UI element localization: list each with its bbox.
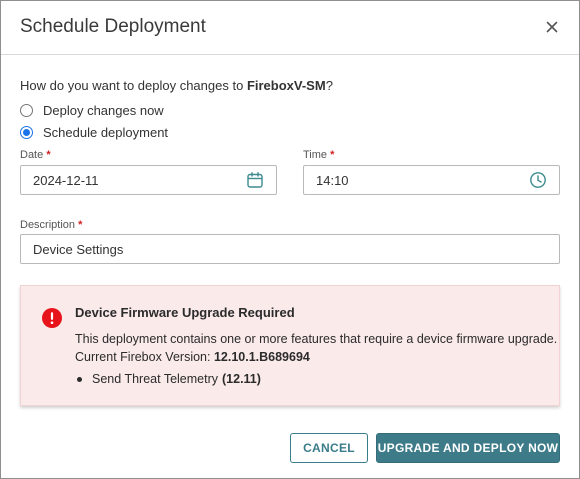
radio-schedule-deployment-circle[interactable] [20, 126, 33, 139]
firmware-upgrade-alert: Device Firmware Upgrade Required This de… [20, 285, 560, 406]
device-name: FireboxV-SM [246, 78, 326, 93]
bullet-icon [77, 376, 82, 382]
date-required-mark: * [46, 149, 51, 161]
question-prefix: How do you want to deploy changes to [20, 78, 247, 93]
date-label-text: Date [20, 149, 44, 161]
list-item: Send Threat Telemetry (12.11) [77, 372, 261, 386]
upgrade-and-deploy-button[interactable]: UPGRADE AND DEPLOY NOW [376, 433, 560, 463]
firmware-version-line: Current Firebox Version: 12.10.1.B689694 [75, 350, 310, 364]
clock-icon[interactable] [529, 171, 547, 189]
time-value: 14:10 [316, 172, 349, 188]
firmware-version-label: Current Firebox Version: [75, 350, 214, 364]
deploy-question: How do you want to deploy changes to Fir… [20, 78, 333, 93]
feature-name: Send Threat Telemetry [92, 372, 218, 386]
date-field[interactable]: 2024-12-11 [20, 165, 277, 195]
error-icon [42, 308, 62, 328]
date-value: 2024-12-11 [33, 172, 99, 188]
radio-deploy-now[interactable]: Deploy changes now [20, 103, 164, 118]
dialog-header: Schedule Deployment [1, 1, 579, 55]
radio-deploy-now-circle[interactable] [20, 104, 33, 117]
firmware-version-value: 12.10.1.B689694 [213, 350, 310, 364]
description-label-text: Description [20, 219, 76, 231]
radio-schedule-deployment-label: Schedule deployment [43, 125, 169, 140]
time-label: Time * [303, 149, 334, 161]
schedule-deployment-dialog: Schedule Deployment How do you want to d… [0, 0, 580, 479]
dialog-title: Schedule Deployment [20, 16, 206, 37]
alert-title: Device Firmware Upgrade Required [75, 305, 295, 320]
time-label-text: Time [303, 149, 328, 161]
alert-message: This deployment contains one or more fea… [75, 332, 558, 346]
description-value: Device Settings [33, 241, 124, 257]
feature-version: (12.11) [222, 372, 261, 386]
time-field[interactable]: 14:10 [303, 165, 560, 195]
radio-schedule-deployment[interactable]: Schedule deployment [20, 125, 168, 140]
time-required-mark: * [330, 149, 335, 161]
close-button[interactable] [539, 14, 565, 40]
description-label: Description * [20, 219, 82, 231]
close-icon [546, 21, 558, 33]
cancel-button[interactable]: CANCEL [290, 433, 368, 463]
question-suffix: ? [325, 78, 333, 93]
description-required-mark: * [78, 219, 83, 231]
date-label: Date * [20, 149, 51, 161]
calendar-icon[interactable] [246, 171, 264, 189]
description-field[interactable]: Device Settings [20, 234, 560, 264]
radio-deploy-now-label: Deploy changes now [43, 103, 164, 118]
